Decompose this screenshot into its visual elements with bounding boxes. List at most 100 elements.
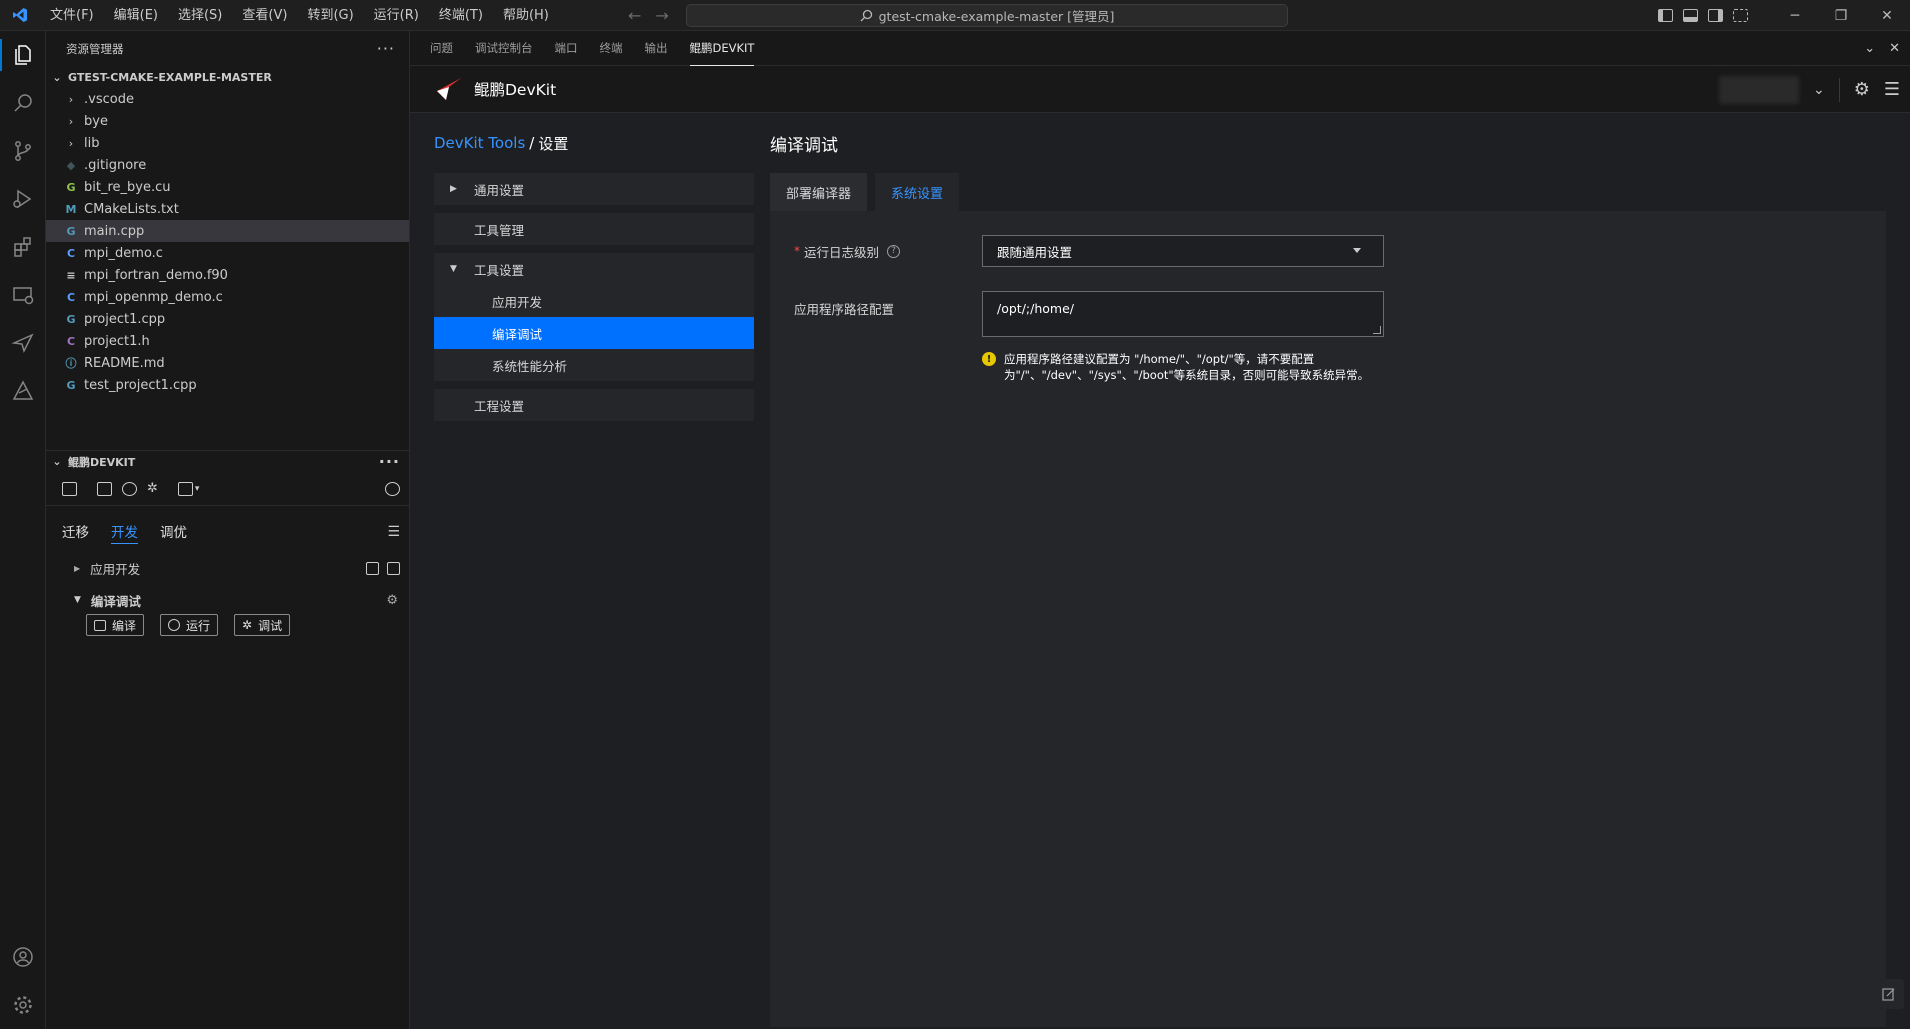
tree-file-readme[interactable]: ⓘ README.md	[46, 352, 409, 374]
nav-project-block: 工程设置	[434, 389, 754, 421]
manage-gear-icon[interactable]	[0, 981, 46, 1029]
close-panel-icon[interactable]: ✕	[1889, 41, 1900, 56]
caret-down-icon: ▼	[450, 264, 457, 274]
menu-view[interactable]: 查看(V)	[232, 0, 297, 31]
toggle-secondary-sidebar-icon[interactable]	[1708, 9, 1723, 22]
workspace-root-folder[interactable]: ⌄ GTEST-CMAKE-EXAMPLE-MASTER	[46, 66, 409, 88]
log-level-select[interactable]: 跟随通用设置	[982, 235, 1384, 267]
devkit-side-tabs: 迁移 开发 调优 ☰	[46, 510, 410, 554]
compile-button[interactable]: 编译	[86, 614, 145, 636]
tree-file-test-project1[interactable]: G test_project1.cpp	[46, 374, 409, 396]
kunpeng-tools-icon[interactable]	[0, 367, 46, 415]
chevron-down-icon[interactable]: ⌄	[1864, 41, 1875, 56]
tab-kunpeng-devkit[interactable]: 鲲鹏DEVKIT	[690, 31, 755, 66]
user-icon[interactable]	[385, 481, 400, 496]
app-path-textarea[interactable]: /opt/;/home/	[982, 291, 1384, 337]
vscode-logo-icon[interactable]	[0, 0, 40, 31]
menu-run[interactable]: 运行(R)	[364, 0, 429, 31]
close-window-icon[interactable]: ✕	[1864, 0, 1910, 31]
open-project-icon[interactable]	[387, 561, 400, 575]
devkit-compile-debug-row[interactable]: ▼ 编译调试 ⚙	[46, 586, 410, 614]
menu-edit[interactable]: 编辑(E)	[104, 0, 168, 31]
explorer-activity-icon[interactable]	[0, 31, 46, 79]
feedback-edit-button[interactable]	[1874, 979, 1904, 1009]
file-label: mpi_openmp_demo.c	[84, 289, 223, 305]
tab-tune[interactable]: 调优	[160, 521, 187, 543]
tree-file-cmakelists[interactable]: M CMakeLists.txt	[46, 198, 409, 220]
run-debug-icon[interactable]	[0, 175, 46, 223]
command-center-search[interactable]: gtest-cmake-example-master [管理员]	[686, 4, 1288, 27]
tab-output[interactable]: 输出	[645, 31, 668, 66]
nav-sub-compile-debug[interactable]: 编译调试	[434, 317, 754, 349]
tab-problems[interactable]: 问题	[430, 31, 453, 66]
user-account-blurred[interactable]	[1718, 75, 1799, 104]
hamburger-menu-icon[interactable]: ☰	[1884, 79, 1900, 100]
settings-gear-icon[interactable]: ⚙	[386, 593, 398, 608]
tab-ports[interactable]: 端口	[555, 31, 578, 66]
menu-help[interactable]: 帮助(H)	[493, 0, 559, 31]
tree-file-mpi-openmp[interactable]: C mpi_openmp_demo.c	[46, 286, 409, 308]
customize-layout-icon[interactable]	[1733, 9, 1748, 22]
nav-project-settings[interactable]: 工程设置	[434, 389, 754, 421]
tree-file-main-cpp[interactable]: G main.cpp	[46, 220, 409, 242]
menu-terminal[interactable]: 终端(T)	[429, 0, 493, 31]
kunpeng-devkit-icon[interactable]	[0, 319, 46, 367]
nav-general-settings[interactable]: ▶ 通用设置	[434, 173, 754, 205]
nav-tool-settings[interactable]: ▼ 工具设置	[434, 253, 754, 285]
remote-explorer-icon[interactable]	[0, 271, 46, 319]
tree-folder-bye[interactable]: › bye	[46, 110, 409, 132]
extensions-icon[interactable]	[0, 223, 46, 271]
menu-selection[interactable]: 选择(S)	[168, 0, 232, 31]
devkit-toolbar: ✲ ▾	[46, 472, 410, 506]
breadcrumb-devkit-tools[interactable]: DevKit Tools	[434, 134, 525, 152]
toggle-panel-icon[interactable]	[1683, 9, 1698, 22]
more-actions-icon[interactable]: ···	[379, 452, 400, 471]
tree-file-bit-re-bye[interactable]: G bit_re_bye.cu	[46, 176, 409, 198]
new-file-icon[interactable]	[62, 481, 77, 496]
debug-button[interactable]: ✲ 调试	[234, 614, 291, 636]
tree-file-project1-h[interactable]: C project1.h	[46, 330, 409, 352]
source-control-icon[interactable]	[0, 127, 46, 175]
file-label: main.cpp	[84, 223, 145, 239]
tree-file-mpi-fortran[interactable]: ≡ mpi_fortran_demo.f90	[46, 264, 409, 286]
tab-deploy-compiler[interactable]: 部署编译器	[770, 173, 868, 211]
restore-icon[interactable]: ❐	[1818, 0, 1864, 31]
menu-go[interactable]: 转到(G)	[297, 0, 363, 31]
tree-file-gitignore[interactable]: ◆ .gitignore	[46, 154, 409, 176]
tab-system-settings[interactable]: 系统设置	[875, 173, 960, 211]
new-project-icon[interactable]	[366, 561, 379, 575]
tree-file-mpi-demo[interactable]: C mpi_demo.c	[46, 242, 409, 264]
help-question-icon[interactable]: ?	[887, 244, 901, 258]
tree-folder-lib[interactable]: › lib	[46, 132, 409, 154]
tree-file-project1-cpp[interactable]: G project1.cpp	[46, 308, 409, 330]
chevron-down-icon[interactable]: ⌄	[1813, 82, 1825, 98]
nav-sub-perf-analysis[interactable]: 系统性能分析	[434, 349, 754, 381]
resize-grip-icon[interactable]	[1373, 326, 1381, 334]
tab-develop[interactable]: 开发	[111, 521, 138, 544]
accounts-icon[interactable]	[0, 933, 46, 981]
tab-migrate[interactable]: 迁移	[62, 521, 89, 543]
back-arrow-icon[interactable]: ←	[628, 6, 641, 25]
menu-file[interactable]: 文件(F)	[40, 0, 104, 31]
toggle-primary-sidebar-icon[interactable]	[1658, 9, 1673, 22]
settings-gear-icon[interactable]: ⚙	[1854, 79, 1870, 100]
tab-debug-console[interactable]: 调试控制台	[475, 31, 533, 66]
list-view-icon[interactable]: ☰	[387, 524, 400, 540]
more-actions-icon[interactable]: ···	[377, 39, 395, 58]
search-activity-icon[interactable]	[0, 79, 46, 127]
chevron-down-icon[interactable]: ▾	[195, 484, 200, 494]
forward-arrow-icon[interactable]: →	[655, 6, 668, 25]
compile-icon[interactable]	[97, 481, 112, 496]
remote-screen-icon[interactable]	[177, 481, 193, 496]
nav-tool-management[interactable]: 工具管理	[434, 213, 754, 245]
run-button[interactable]: 运行	[160, 614, 219, 636]
minimize-icon[interactable]: ─	[1772, 0, 1818, 31]
debug-bug-icon[interactable]: ✲	[147, 481, 158, 496]
tree-folder-vscode[interactable]: › .vscode	[46, 88, 409, 110]
dropdown-caret-icon	[1353, 248, 1361, 253]
devkit-app-dev-row[interactable]: ▶ 应用开发	[46, 554, 410, 582]
devkit-section-header[interactable]: ⌄ 鲲鹏DEVKIT ···	[46, 450, 410, 472]
tab-terminal[interactable]: 终端	[600, 31, 623, 66]
run-icon[interactable]	[122, 481, 137, 496]
nav-sub-app-dev[interactable]: 应用开发	[434, 285, 754, 317]
